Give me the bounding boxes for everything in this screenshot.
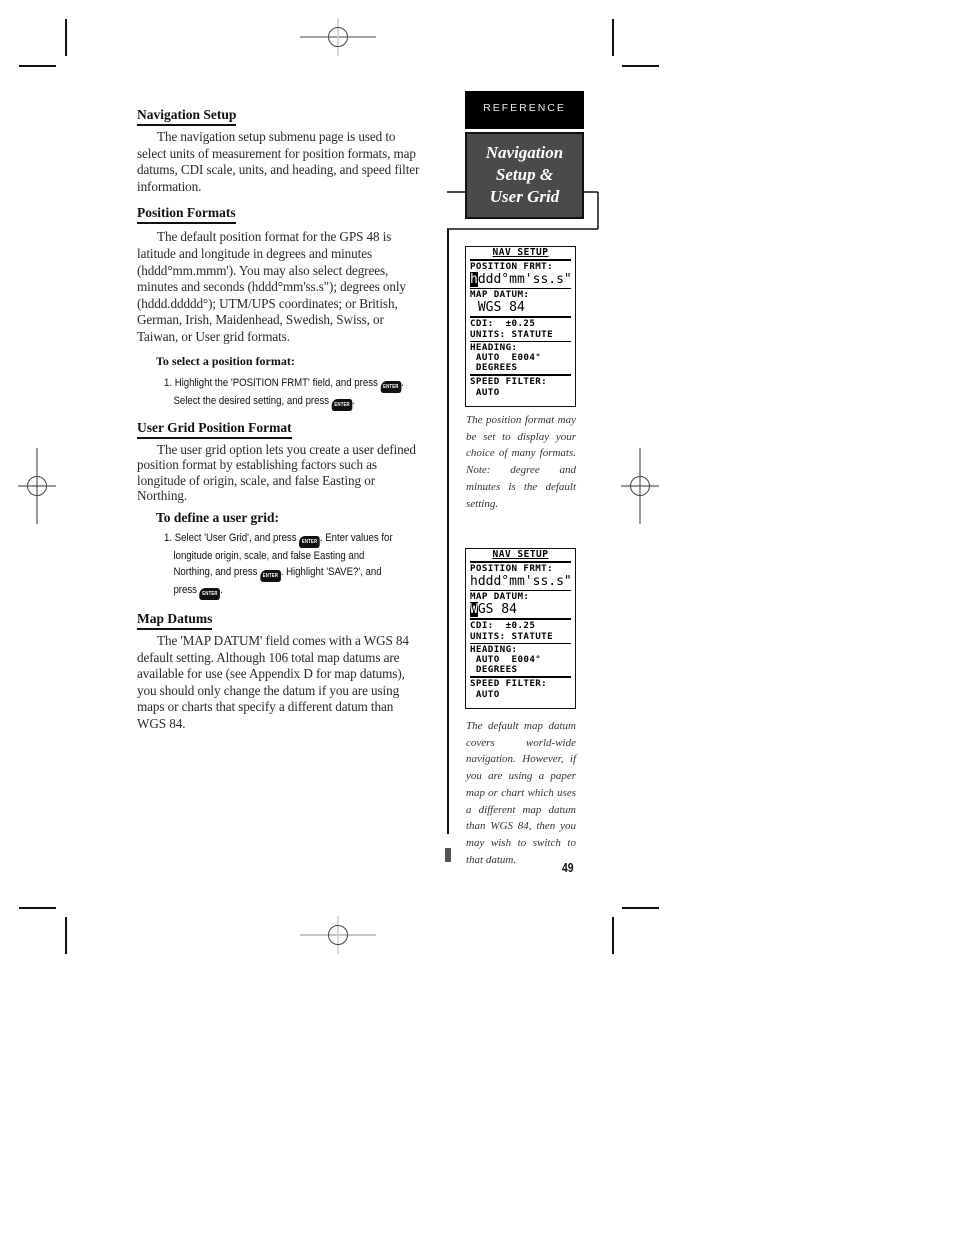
chapter-title-box: Navigation Setup & User Grid	[465, 132, 584, 219]
cursor-highlight: h	[470, 272, 478, 288]
position-format-label: POSITION FRMT:	[470, 563, 554, 574]
position-format-value: hddd°mm'ss.s"	[470, 272, 572, 288]
crop-mark	[19, 65, 56, 67]
map-datum-label: MAP DATUM:	[470, 289, 530, 301]
step-text: .	[220, 584, 223, 597]
registration-mark-left	[18, 448, 56, 524]
units-row: UNITS: STATUTE	[470, 630, 554, 642]
step-text: . Highlight 'SAVE?', and	[280, 566, 382, 579]
heading-unit: DEGREES	[470, 664, 518, 676]
crop-mark	[612, 19, 614, 56]
procedure-step: 1. Select 'User Grid', and press ENTER. …	[164, 530, 422, 601]
gps-screen-position-format: NAV SETUP POSITION FRMT: hddd°mm'ss.s" M…	[465, 246, 576, 407]
procedure-step: 1. Highlight the 'POSITION FRMT' field, …	[164, 375, 422, 411]
section-heading: Position Formats	[137, 205, 236, 225]
crop-mark	[19, 907, 56, 909]
enter-key-icon: ENTER	[199, 588, 221, 601]
section-heading: Map Datums	[137, 611, 213, 631]
reference-tab: REFERENCE	[465, 91, 584, 129]
step-text: 1. Select 'User Grid', and press	[164, 531, 297, 544]
section-paragraph: The 'MAP DATUM' field comes with a WGS 8…	[137, 633, 409, 732]
enter-key-icon: ENTER	[260, 570, 281, 583]
page-number: 49	[562, 860, 574, 875]
section-user-grid: User Grid Position Format The user grid …	[137, 419, 421, 601]
heading-unit: DEGREES	[470, 362, 518, 374]
screen-caption: The default map datum covers world-wide …	[466, 720, 576, 866]
procedure-title: To define a user grid:	[156, 509, 280, 525]
step-text: .	[352, 394, 356, 407]
speed-filter-value: AUTO	[470, 688, 500, 700]
section-heading: Navigation Setup	[137, 107, 237, 126]
screen-title: NAV SETUP	[492, 247, 549, 258]
units-row: UNITS: STATUTE	[470, 328, 554, 340]
section-position-formats: Position Formats The default position fo…	[137, 204, 422, 411]
screen-title: NAV SETUP	[492, 549, 549, 560]
map-datum-label: MAP DATUM:	[470, 591, 530, 603]
section-heading: User Grid Position Format	[137, 420, 292, 439]
step-text: Northing, and press	[173, 566, 258, 579]
main-column: Navigation Setup The navigation setup su…	[137, 106, 421, 733]
registration-mark-top	[300, 18, 376, 56]
cursor-highlight: W	[470, 602, 478, 618]
crop-mark	[65, 917, 67, 954]
crop-mark	[612, 917, 614, 954]
position-format-value: hddd°mm'ss.s"	[470, 574, 572, 590]
speed-filter-value: AUTO	[470, 386, 500, 398]
map-datum-text: GS 84	[477, 602, 517, 618]
screen-caption: The position format may be set to displa…	[466, 414, 576, 510]
map-datum-value: WGS 84	[470, 602, 571, 618]
enter-key-icon: ENTER	[331, 398, 353, 411]
chapter-title-line: Navigation	[485, 143, 564, 162]
registration-mark-bottom	[300, 916, 376, 954]
section-navigation-setup: Navigation Setup The navigation setup su…	[137, 106, 421, 195]
map-datum-text: WGS 84	[477, 300, 525, 316]
procedure-title: To select a position format:	[156, 353, 295, 368]
position-format-text: ddd°mm'ss.s"	[477, 272, 572, 288]
crop-mark	[65, 19, 67, 56]
section-paragraph: The default position format for the GPS …	[137, 229, 406, 344]
step-text: Select the desired setting, and press	[173, 394, 330, 407]
step-text: longitude origin, scale, and false Easti…	[173, 549, 365, 562]
sidebar-rule	[447, 229, 449, 834]
step-text: press	[173, 584, 197, 597]
section-paragraph: The user grid option lets you create a u…	[137, 441, 416, 504]
section-paragraph: The navigation setup submenu page is use…	[137, 129, 420, 194]
crop-mark	[622, 907, 659, 909]
section-map-datums: Map Datums The 'MAP DATUM' field comes w…	[137, 610, 421, 733]
thumb-tab-marker	[445, 848, 451, 862]
crop-mark	[622, 65, 659, 67]
step-text: 1. Highlight the 'POSITION FRMT' field, …	[164, 376, 378, 389]
chapter-title-line: Setup &	[495, 165, 554, 184]
map-datum-value: WGS 84	[470, 300, 571, 315]
chapter-title-line: User Grid	[489, 187, 560, 206]
registration-mark-right	[621, 448, 659, 524]
enter-key-icon: ENTER	[380, 380, 402, 393]
step-text: . Enter values for	[319, 531, 393, 544]
gps-screen-map-datum: NAV SETUP POSITION FRMT: hddd°mm'ss.s" M…	[465, 548, 576, 709]
enter-key-icon: ENTER	[299, 535, 320, 548]
position-format-label: POSITION FRMT:	[470, 261, 554, 272]
